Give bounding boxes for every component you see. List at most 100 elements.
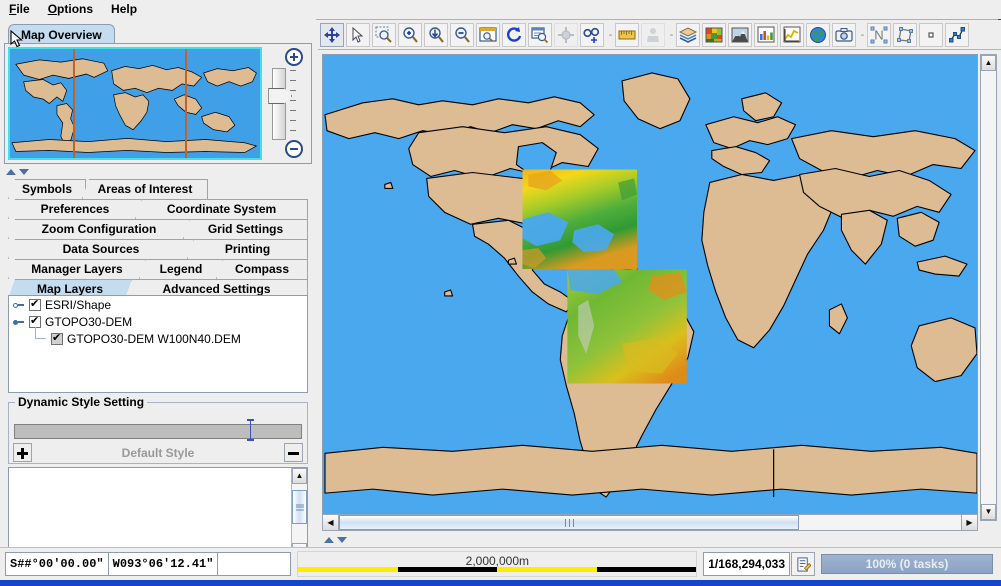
zoom-center-icon [427, 26, 445, 44]
map-canvas-frame[interactable] [322, 54, 978, 521]
dynamic-style-controls: Default Style [13, 443, 303, 462]
status-bar: S##°00'00.00" W093°06'12.41" 2,000,000m … [0, 547, 1001, 580]
zoom-out-icon[interactable] [285, 140, 303, 158]
raster-tool[interactable] [702, 23, 726, 47]
tab-compass[interactable]: Compass [216, 259, 308, 279]
point-tool[interactable] [919, 23, 943, 47]
menu-help[interactable]: Help [102, 0, 146, 19]
layer-visibility-checkbox[interactable] [29, 299, 41, 311]
layer-tree[interactable]: ESRI/Shape GTOPO30-DEMGTOPO30-DEM W100N40… [8, 295, 308, 393]
scale-distance-label: 2,000,000m [466, 554, 529, 568]
point-icon [922, 26, 940, 44]
bar-chart-tool[interactable] [754, 23, 778, 47]
tree-elbow-icon [33, 330, 51, 347]
zoom-in-icon[interactable] [285, 48, 303, 66]
tree-node[interactable]: GTOPO30-DEM [9, 313, 307, 330]
map-horizontal-scrollbar[interactable]: ◀ ▶ [322, 514, 978, 531]
tab-areas-of-interest[interactable]: Areas of Interest [82, 179, 208, 199]
map-collapse-up-icon[interactable] [324, 537, 334, 543]
dynamic-style-title: Dynamic Style Setting [15, 395, 147, 409]
map-scroll-left-icon[interactable]: ◀ [323, 515, 339, 530]
map-collapse-down-icon[interactable] [337, 537, 347, 543]
zoom-out-tool[interactable] [450, 23, 474, 47]
style-list-scrollbar[interactable]: ▲ ▼ [291, 468, 307, 559]
tab-printing[interactable]: Printing [187, 239, 308, 259]
polygon-tool[interactable] [893, 23, 917, 47]
add-style-button[interactable] [13, 443, 32, 462]
north-arrow-icon: N [870, 26, 888, 44]
scroll-thumb[interactable] [292, 490, 307, 524]
edit-document-icon[interactable] [791, 552, 815, 576]
tree-expand-icon[interactable] [13, 299, 24, 310]
zoom-full-extent-tool[interactable] [476, 23, 500, 47]
dynamic-style-input[interactable] [14, 424, 302, 439]
layer-name-label: GTOPO30-DEM [45, 315, 132, 329]
latitude-field[interactable]: S##°00'00.00" [6, 553, 109, 575]
add-viewpoint-tool[interactable] [580, 23, 604, 47]
tab-symbols[interactable]: Symbols [8, 179, 86, 199]
collapse-up-icon[interactable] [6, 169, 16, 175]
zoom-center-tool[interactable] [424, 23, 448, 47]
zoom-slider-track[interactable] [272, 68, 286, 140]
zoom-slider-ticks [290, 70, 296, 140]
layer-visibility-checkbox[interactable] [51, 333, 63, 345]
tree-node[interactable]: ESRI/Shape [9, 296, 307, 313]
extra-coordinate-field[interactable] [218, 553, 290, 575]
tab-legend[interactable]: Legend [139, 259, 223, 279]
zoom-rect-tool[interactable] [372, 23, 396, 47]
overview-tab-strip: Map Overview [4, 24, 312, 44]
camera-icon [835, 26, 853, 44]
node-edit-tool[interactable] [945, 23, 969, 47]
north-arrow-tool[interactable]: N [867, 23, 891, 47]
tree-collapse-icon[interactable] [13, 316, 24, 327]
coordinate-readout: S##°00'00.00" W093°06'12.41" [5, 552, 291, 576]
refresh-tool[interactable] [502, 23, 526, 47]
collapse-down-icon[interactable] [19, 169, 29, 175]
map-scroll-up-icon[interactable]: ▲ [981, 55, 996, 71]
node-edit-icon [948, 26, 966, 44]
remove-style-button[interactable] [284, 443, 303, 462]
tab-zoom-configuration[interactable]: Zoom Configuration [8, 219, 190, 239]
map-vscroll-track[interactable] [981, 71, 996, 504]
ruler-icon [618, 26, 636, 44]
tab-map-overview[interactable]: Map Overview [8, 24, 115, 44]
terrain-tool[interactable] [728, 23, 752, 47]
globe-icon [809, 26, 827, 44]
tab-coordinate-system[interactable]: Coordinate System [135, 199, 308, 219]
menu-options[interactable]: Options [39, 0, 102, 19]
line-chart-tool[interactable] [780, 23, 804, 47]
tab-preferences[interactable]: Preferences [8, 199, 142, 219]
tab-label: Data Sources [63, 242, 140, 256]
map-hscroll-track[interactable] [339, 515, 961, 530]
select-tool[interactable] [346, 23, 370, 47]
tab-label: Grid Settings [208, 222, 283, 236]
tab-data-sources[interactable]: Data Sources [8, 239, 194, 259]
style-list-body[interactable] [9, 468, 291, 559]
layer-visibility-checkbox[interactable] [29, 316, 41, 328]
layer-name-label: ESRI/Shape [45, 298, 111, 312]
measure-tool[interactable] [615, 23, 639, 47]
tab-grid-settings[interactable]: Grid Settings [183, 219, 308, 239]
world-map[interactable] [323, 55, 977, 520]
zoom-rectangle-icon [375, 26, 393, 44]
pan-tool[interactable] [320, 23, 344, 47]
scroll-track[interactable] [292, 484, 307, 543]
map-hscroll-thumb[interactable] [339, 515, 799, 530]
scroll-up-icon[interactable]: ▲ [292, 468, 307, 484]
scale-ratio-field[interactable]: 1/168,294,033 [703, 552, 790, 576]
snapshot-tool[interactable] [832, 23, 856, 47]
identify-tool[interactable] [528, 23, 552, 47]
menu-file[interactable]: File [0, 0, 39, 19]
layers-tool[interactable] [676, 23, 700, 47]
overview-map[interactable] [8, 47, 262, 160]
map-scroll-down-icon[interactable]: ▼ [981, 504, 996, 520]
zoom-slider-thumb[interactable] [268, 88, 292, 104]
tab-manager-layers[interactable]: Manager Layers [8, 259, 146, 279]
globe-tool[interactable] [806, 23, 830, 47]
tree-node[interactable]: GTOPO30-DEM W100N40.DEM [9, 330, 307, 347]
overview-map-container[interactable] [5, 44, 265, 163]
map-vertical-scrollbar[interactable]: ▲ ▼ [980, 54, 997, 521]
zoom-in-tool[interactable] [398, 23, 422, 47]
longitude-field[interactable]: W093°06'12.41" [109, 553, 219, 575]
map-scroll-right-icon[interactable]: ▶ [961, 515, 977, 530]
